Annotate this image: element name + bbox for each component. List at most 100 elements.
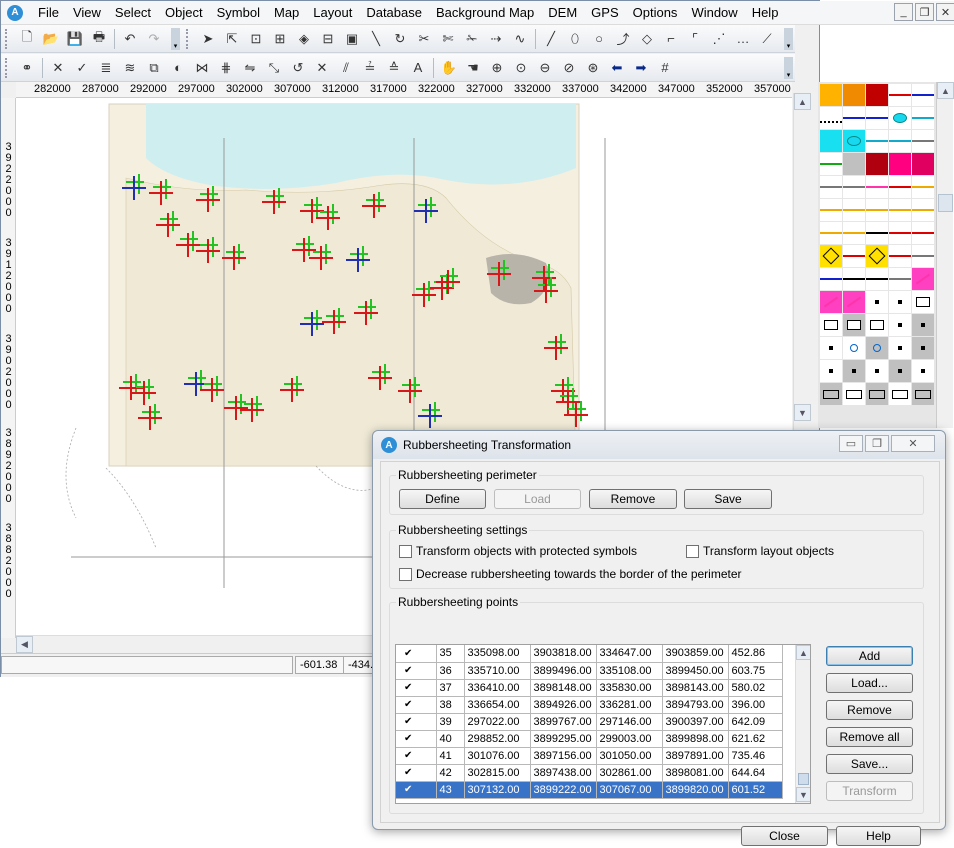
palette-symbol-icon[interactable] bbox=[912, 314, 934, 336]
palette-symbol-icon[interactable] bbox=[912, 337, 934, 359]
menu-background-map[interactable]: Background Map bbox=[429, 2, 541, 24]
palette-symbol-icon[interactable] bbox=[889, 199, 911, 221]
palette-symbol-icon[interactable] bbox=[820, 107, 842, 129]
palette-symbol-icon[interactable] bbox=[820, 291, 842, 313]
palette-symbol-icon[interactable] bbox=[820, 314, 842, 336]
palette-symbol-icon[interactable] bbox=[843, 337, 865, 359]
palette-symbol-icon[interactable] bbox=[889, 176, 911, 198]
edit-arrow-icon[interactable]: ⇱ bbox=[221, 28, 243, 50]
palette-symbol-icon[interactable] bbox=[820, 268, 842, 290]
palette-symbol-icon[interactable] bbox=[843, 314, 865, 336]
toolbar-overflow-icon[interactable]: ▾ bbox=[784, 56, 793, 79]
straight-line-icon[interactable]: ╲ bbox=[365, 28, 387, 50]
minimize-icon[interactable]: ▭ bbox=[839, 435, 863, 452]
rotate-icon[interactable]: ↻ bbox=[389, 28, 411, 50]
load-perimeter-button[interactable]: Load bbox=[494, 489, 581, 509]
scroll-up-icon[interactable]: ▲ bbox=[796, 645, 810, 660]
palette-symbol-icon[interactable] bbox=[843, 268, 865, 290]
table-row[interactable]: ✔ 35 335098.00 3903818.00 334647.00 3903859.0… bbox=[396, 645, 783, 663]
check-icon[interactable]: ✓ bbox=[71, 57, 93, 79]
palette-symbol-icon[interactable] bbox=[912, 268, 934, 290]
toolbar-overflow-icon[interactable]: ▾ bbox=[171, 27, 180, 50]
print-icon[interactable]: 🖶 bbox=[88, 28, 110, 50]
remove-point-button[interactable]: Remove bbox=[826, 700, 913, 720]
close-button[interactable]: Close bbox=[741, 826, 828, 846]
scroll-left-icon[interactable]: ◀ bbox=[16, 636, 33, 653]
restore-icon[interactable]: ❐ bbox=[865, 435, 889, 452]
draw-circle-icon[interactable]: ○ bbox=[588, 28, 610, 50]
menu-object[interactable]: Object bbox=[158, 2, 210, 24]
scroll-up-icon[interactable]: ▲ bbox=[937, 82, 954, 99]
draw-steps-icon[interactable]: ⌐ bbox=[660, 28, 682, 50]
back-arrow-icon[interactable]: ⬅ bbox=[606, 57, 628, 79]
palette-symbol-icon[interactable] bbox=[843, 383, 865, 405]
palette-symbol-icon[interactable] bbox=[843, 107, 865, 129]
grid-icon[interactable]: # bbox=[654, 57, 676, 79]
dialog-titlebar[interactable]: A Rubbersheeting Transformation ▭ ❐ ✕ bbox=[373, 431, 945, 459]
layers-icon[interactable]: ≋ bbox=[119, 57, 141, 79]
palette-symbol-icon[interactable] bbox=[889, 360, 911, 382]
palette-symbol-icon[interactable] bbox=[866, 176, 888, 198]
minimize-icon[interactable]: _ bbox=[894, 3, 913, 21]
point-object-icon[interactable]: ◈ bbox=[293, 28, 315, 50]
palette-symbol-icon[interactable] bbox=[912, 176, 934, 198]
toolbar-grip[interactable] bbox=[5, 28, 11, 49]
palette-symbol-icon[interactable] bbox=[820, 383, 842, 405]
restore-icon[interactable]: ❐ bbox=[915, 3, 934, 21]
zoom-in-icon[interactable]: ⊕ bbox=[486, 57, 508, 79]
table-row[interactable]: ✔ 43 307132.00 3899222.00 307067.00 3899820.0… bbox=[396, 781, 783, 799]
zoom-previous-icon[interactable]: ⊘ bbox=[558, 57, 580, 79]
checkbox-box[interactable] bbox=[399, 544, 412, 558]
palette-symbol-icon[interactable] bbox=[866, 222, 888, 244]
palette-symbol-icon[interactable] bbox=[820, 176, 842, 198]
close-icon[interactable]: ✕ bbox=[936, 3, 954, 21]
measure-icon[interactable]: ⟋ bbox=[756, 28, 778, 50]
palette-symbol-icon[interactable] bbox=[889, 84, 911, 106]
hatch-icon[interactable]: ⋕ bbox=[215, 57, 237, 79]
palette-symbol-icon[interactable] bbox=[820, 153, 842, 175]
palette-symbol-icon[interactable] bbox=[912, 107, 934, 129]
palette-symbol-icon[interactable] bbox=[866, 84, 888, 106]
palette-symbol-icon[interactable] bbox=[912, 84, 934, 106]
new-file-icon[interactable]: 🗋 bbox=[16, 28, 38, 50]
palette-symbol-icon[interactable] bbox=[866, 153, 888, 175]
palette-symbol-icon[interactable] bbox=[843, 153, 865, 175]
parallel-icon[interactable]: ⫽ bbox=[335, 57, 357, 79]
binoculars-icon[interactable]: ⚭ bbox=[16, 57, 38, 79]
smooth-icon[interactable]: ∿ bbox=[509, 28, 531, 50]
layout-objects-checkbox[interactable]: Transform layout objects bbox=[686, 544, 834, 558]
palette-symbol-icon[interactable] bbox=[866, 130, 888, 152]
palette-symbol-icon[interactable] bbox=[866, 383, 888, 405]
remove-perimeter-button[interactable]: Remove bbox=[589, 489, 677, 509]
palette-symbol-icon[interactable] bbox=[820, 337, 842, 359]
line-object-icon[interactable]: ⊟ bbox=[317, 28, 339, 50]
palette-symbol-icon[interactable] bbox=[889, 337, 911, 359]
table-scrollbar[interactable]: ▲ ▼ bbox=[795, 645, 810, 803]
palette-symbol-icon[interactable] bbox=[912, 130, 934, 152]
points-table[interactable]: ✔ 35 335098.00 3903818.00 334647.00 3903859.0… bbox=[395, 644, 811, 804]
pan-hand-icon[interactable]: ✋ bbox=[438, 57, 460, 79]
save-perimeter-button[interactable]: Save bbox=[684, 489, 772, 509]
palette-symbol-icon[interactable] bbox=[889, 107, 911, 129]
palette-symbol-icon[interactable] bbox=[843, 291, 865, 313]
zoom-area-icon[interactable]: ⊙ bbox=[510, 57, 532, 79]
transform-button[interactable]: Transform bbox=[826, 781, 913, 801]
palette-symbol-icon[interactable] bbox=[889, 245, 911, 267]
zoom-full-icon[interactable]: ⊛ bbox=[582, 57, 604, 79]
palette-symbol-icon[interactable] bbox=[820, 245, 842, 267]
menu-options[interactable]: Options bbox=[626, 2, 685, 24]
draw-curve-icon[interactable]: ╱ bbox=[540, 28, 562, 50]
menu-window[interactable]: Window bbox=[684, 2, 744, 24]
palette-scrollbar[interactable]: ▲ bbox=[936, 82, 954, 428]
scroll-up-icon[interactable]: ▲ bbox=[794, 93, 811, 110]
palette-symbol-icon[interactable] bbox=[843, 176, 865, 198]
redo-icon[interactable]: ↷ bbox=[143, 28, 165, 50]
table-row[interactable]: ✔ 42 302815.00 3897438.00 302861.00 3898081.0… bbox=[396, 764, 783, 782]
table-row[interactable]: ✔ 41 301076.00 3897156.00 301050.00 3897891.0… bbox=[396, 747, 783, 765]
scroll-thumb[interactable] bbox=[938, 194, 953, 212]
palette-symbol-icon[interactable] bbox=[866, 337, 888, 359]
save-points-button[interactable]: Save... bbox=[826, 754, 913, 774]
draw-ellipse-icon[interactable]: ⬯ bbox=[564, 28, 586, 50]
close-icon[interactable]: ✕ bbox=[891, 435, 935, 452]
palette-symbol-icon[interactable] bbox=[912, 291, 934, 313]
